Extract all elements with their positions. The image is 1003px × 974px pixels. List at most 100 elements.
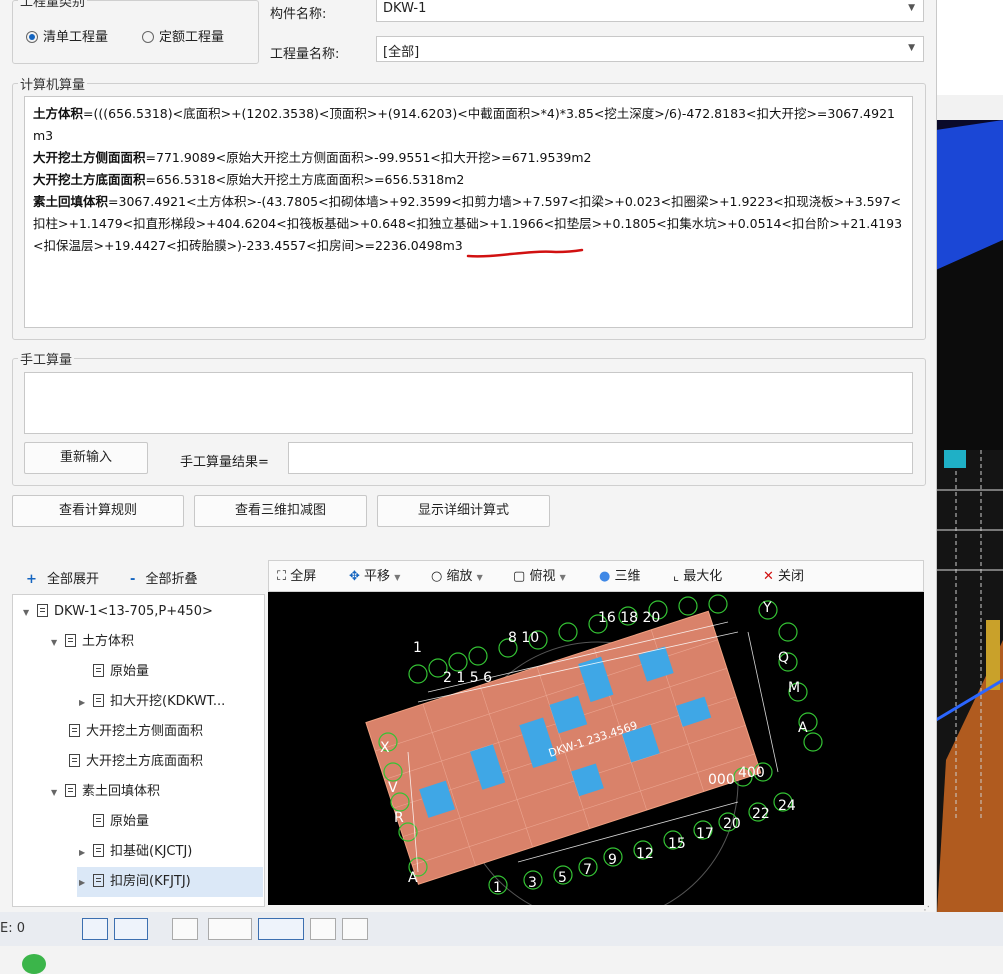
svg-text:V: V	[388, 780, 398, 796]
three-d-button[interactable]: ● 三维	[599, 561, 641, 593]
tree-item[interactable]: 原始量	[93, 807, 149, 837]
svg-text:12: 12	[636, 846, 654, 862]
svg-text:2 1 5 6: 2 1 5 6	[443, 670, 492, 686]
status-left-text: E: 0	[0, 921, 25, 936]
svg-text:24: 24	[778, 798, 796, 814]
component-name-select[interactable]: DKW-1 ▼	[376, 0, 924, 22]
svg-text:15: 15	[668, 836, 686, 852]
3d-model-drawing: DKW-1 233.4569 12 1 5 68 1016 18 20 YQMA…	[365, 594, 823, 905]
maximize-button[interactable]: ⌞ 最大化	[673, 561, 722, 593]
manual-result-label: 手工算量结果=	[180, 455, 269, 470]
tree-item[interactable]: ▶ 扣基础(KJCTJ)	[79, 837, 192, 867]
top-right-blank	[936, 0, 1003, 95]
svg-text:20: 20	[723, 816, 741, 832]
background-cad-view	[936, 120, 1003, 930]
radio-list-quantity[interactable]: 清单工程量	[26, 26, 108, 45]
wechat-icon[interactable]	[22, 954, 46, 974]
tree-toggle-icon[interactable]: ▼	[51, 778, 65, 808]
snap-tools	[82, 918, 382, 942]
background-cad-drawing	[936, 120, 1003, 930]
3d-viewer[interactable]: DKW-1 233.4569 12 1 5 68 10 16 18 20 YQMA…	[268, 592, 924, 905]
quantity-name-value: [全部]	[383, 45, 420, 60]
close-view-button[interactable]: ✕ 关闭	[763, 561, 804, 593]
view-rules-button[interactable]: 查看计算规则	[12, 495, 184, 527]
collapse-all-button[interactable]: - 全部折叠	[130, 568, 198, 587]
zoom-button[interactable]: ○ 缩放 ▼	[431, 561, 483, 593]
manual-calc-input[interactable]	[24, 372, 913, 434]
snap-tool-button[interactable]	[172, 918, 198, 940]
expand-all-label: 全部展开	[47, 572, 100, 587]
radio-quota-quantity-label: 定额工程量	[159, 30, 225, 45]
svg-text:A: A	[408, 870, 418, 886]
radio-list-quantity-label: 清单工程量	[43, 30, 109, 45]
tree-item-selected[interactable]: ▶ 扣房间(KFJTJ)	[79, 867, 191, 897]
svg-text:X: X	[380, 740, 390, 756]
snap-tool-button[interactable]	[208, 918, 252, 940]
bottom-area	[0, 946, 1003, 974]
tree-item[interactable]: ▶ 扣大开挖(KDKWT...	[79, 687, 225, 717]
fullscreen-button[interactable]: ⛶ 全屏	[277, 561, 316, 593]
svg-text:Y: Y	[762, 600, 772, 616]
svg-text:3: 3	[528, 875, 537, 891]
expand-all-button[interactable]: + 全部展开	[26, 568, 99, 587]
pan-button[interactable]: ✥ 平移 ▼	[349, 561, 400, 593]
cube-icon: ▢	[513, 569, 526, 584]
component-name-label: 构件名称:	[270, 7, 327, 22]
document-icon	[65, 784, 76, 797]
expand-icon: +	[26, 572, 37, 587]
chevron-down-icon: ▼	[908, 43, 915, 53]
tree-toggle-icon[interactable]: ▶	[79, 838, 93, 868]
svg-text:1: 1	[493, 880, 502, 896]
svg-text:R: R	[394, 810, 404, 826]
top-view-button[interactable]: ▢ 俯视 ▼	[513, 561, 566, 593]
tree-item[interactable]: 原始量	[93, 657, 149, 687]
tree-toggle-icon[interactable]: ▶	[79, 688, 93, 718]
manual-result-input[interactable]	[288, 442, 913, 474]
svg-text:A: A	[798, 720, 808, 736]
chevron-down-icon: ▼	[394, 573, 401, 582]
tree-toggle-icon[interactable]: ▶	[79, 868, 93, 898]
computer-calc-title: 计算机算量	[18, 74, 88, 93]
radio-quota-quantity[interactable]: 定额工程量	[142, 26, 224, 45]
tree-item[interactable]: ▼ DKW-1<13-705,P+450>	[23, 597, 213, 627]
svg-text:9: 9	[608, 852, 617, 868]
svg-text:5: 5	[558, 870, 567, 886]
document-icon	[93, 814, 104, 827]
component-name-value: DKW-1	[383, 1, 427, 16]
close-icon: ✕	[763, 569, 774, 584]
manual-calc-title: 手工算量	[18, 349, 75, 368]
document-icon	[93, 874, 104, 887]
snap-tool-button[interactable]	[258, 918, 304, 940]
document-icon	[37, 604, 48, 617]
svg-text:7: 7	[583, 862, 592, 878]
zoom-icon: ○	[431, 569, 443, 584]
svg-text:400: 400	[738, 765, 765, 781]
snap-tool-button[interactable]	[82, 918, 108, 940]
document-icon	[93, 664, 104, 677]
show-detail-button[interactable]: 显示详细计算式	[377, 495, 550, 527]
collapse-icon: -	[130, 572, 136, 587]
quantity-name-select[interactable]: [全部] ▼	[376, 36, 924, 62]
snap-tool-button[interactable]	[310, 918, 336, 940]
document-icon	[65, 634, 76, 647]
tree-item[interactable]: ▼ 土方体积	[51, 627, 134, 657]
snap-tool-button[interactable]	[342, 918, 368, 940]
view-3d-deduct-button[interactable]: 查看三维扣减图	[194, 495, 367, 527]
document-icon	[93, 844, 104, 857]
tree-item[interactable]: 大开挖土方侧面面积	[69, 717, 203, 747]
snap-tool-button[interactable]	[114, 918, 148, 940]
tree-toggle-icon[interactable]: ▼	[51, 628, 65, 658]
tree-toggle-icon[interactable]: ▼	[23, 598, 37, 628]
pan-icon: ✥	[349, 569, 360, 584]
computer-calc-text[interactable]: 土方体积=(((656.5318)<底面积>+(1202.3538)<顶面积>+…	[24, 96, 913, 328]
tree-item[interactable]: 大开挖土方底面面积	[69, 747, 203, 777]
chevron-down-icon: ▼	[476, 573, 483, 582]
document-icon	[93, 694, 104, 707]
svg-text:1: 1	[413, 640, 422, 656]
tree-item[interactable]: ▼ 素土回填体积	[51, 777, 160, 807]
quantity-tree: ▼ DKW-1<13-705,P+450> ▼ 土方体积 原始量 ▶ 扣大开挖(KDK…	[12, 594, 265, 907]
calc-line-earthwork: 土方体积=(((656.5318)<底面积>+(1202.3538)<顶面积>+…	[33, 106, 895, 143]
radio-unselected-icon	[142, 31, 154, 43]
chevron-down-icon: ▼	[908, 3, 915, 13]
reenter-button[interactable]: 重新输入	[24, 442, 148, 474]
